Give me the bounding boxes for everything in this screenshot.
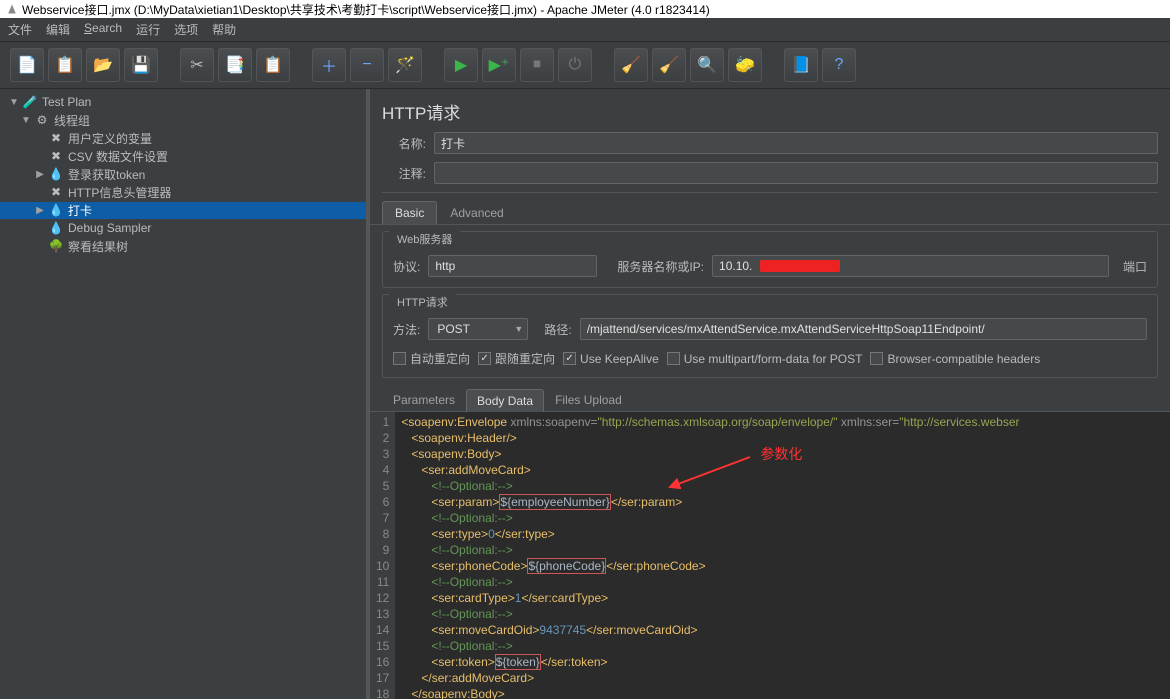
tree-item[interactable]: 🌳察看结果树 [0,238,366,255]
tree-label: HTTP信息头管理器 [68,184,171,201]
clear-button[interactable]: 🧹 [614,48,648,82]
httpreq-title: HTTP请求 [389,292,456,312]
menu-edit[interactable]: 编辑 [46,21,70,38]
paste-button[interactable]: 📋 [256,48,290,82]
menu-file[interactable]: 文件 [8,21,32,38]
server-label: 服务器名称或IP: [617,258,704,275]
tree-label: 察看结果树 [68,238,128,255]
tree-label: Debug Sampler [68,221,151,235]
tree-item[interactable]: ▶💧打卡 [0,202,366,219]
stop-button[interactable]: ⏹ [520,48,554,82]
caret-closed-icon[interactable]: ▶ [34,169,46,180]
code-gutter: 12345678910111213141516171819 [370,412,395,699]
check-keepalive[interactable]: Use KeepAlive [563,352,659,366]
tree-item[interactable]: ✖用户定义的变量 [0,130,366,147]
page-title: HTTP请求 [370,89,1170,128]
tree-label: 用户定义的变量 [68,130,152,147]
tree-item[interactable]: 💧 Debug Sampler [0,220,366,236]
code-body[interactable]: 参数化 <soapenv:Envelope xmlns:soapenv="htt… [395,412,1170,699]
tree-item[interactable]: ▶💧登录获取token [0,166,366,183]
protocol-label: 协议: [393,258,420,275]
tree-label: Test Plan [42,95,91,109]
check-auto-redirect[interactable]: 自动重定向 [393,350,470,367]
tree-item[interactable]: ▼🧪 Test Plan [0,94,366,110]
comment-label: 注释: [382,165,426,182]
save-button[interactable]: 💾 [124,48,158,82]
start-notimers-button[interactable]: ▶⁺ [482,48,516,82]
remove-button[interactable]: − [350,48,384,82]
caret-open-icon[interactable]: ▼ [8,97,20,108]
menu-search[interactable]: Search [84,21,122,38]
method-value: POST [437,322,470,336]
tree-icon: ✖ [48,130,64,146]
tree-item[interactable]: ✖HTTP信息头管理器 [0,184,366,201]
tab-files-upload[interactable]: Files Upload [544,388,633,411]
jmeter-icon [6,3,18,15]
window-title: Webservice接口.jmx (D:\MyData\xietian1\Des… [22,1,710,18]
help-button[interactable]: ? [822,48,856,82]
tree-icon: 🧪 [22,94,38,110]
wand-button[interactable]: 🪄 [388,48,422,82]
copy-button[interactable]: 📑 [218,48,252,82]
tab-body-data[interactable]: Body Data [466,389,544,412]
start-button[interactable]: ▶ [444,48,478,82]
shutdown-button[interactable]: ⏻ [558,48,592,82]
chevron-down-icon: ▼ [514,324,523,334]
tree-panel: ▼🧪Test Plan▼⚙线程组✖用户定义的变量✖CSV 数据文件设置▶💧登录获… [0,89,370,699]
redacted-ip [760,260,840,272]
tree-label: CSV 数据文件设置 [68,148,168,165]
tree-label: 线程组 [54,112,90,129]
tree-icon: ✖ [48,148,64,164]
tree-item[interactable]: ✖CSV 数据文件设置 [0,148,366,165]
body-data-editor[interactable]: 12345678910111213141516171819 参数化 <soape… [370,412,1170,699]
tree-icon: ⚙ [34,112,50,128]
menu-options[interactable]: 选项 [174,21,198,38]
method-label: 方法: [393,321,420,338]
protocol-input[interactable] [428,255,597,277]
check-follow-redirect[interactable]: 跟随重定向 [478,350,555,367]
method-dropdown[interactable]: POST ▼ [428,318,528,340]
tree-icon: 💧 [48,166,64,182]
tree-item[interactable]: ▼⚙线程组 [0,112,366,129]
clear-all-button[interactable]: 🧹 [652,48,686,82]
tree-icon: 💧 [48,220,64,236]
add-button[interactable]: ＋ [312,48,346,82]
check-multipart[interactable]: Use multipart/form-data for POST [667,352,863,366]
menu-help[interactable]: 帮助 [212,21,236,38]
menu-bar: 文件 编辑 Search 运行 选项 帮助 [0,18,1170,42]
webserver-title: Web服务器 [389,229,460,249]
templates-button[interactable]: 📋 [48,48,82,82]
tree-label: 打卡 [68,202,92,219]
caret-open-icon[interactable]: ▼ [20,115,32,126]
new-button[interactable]: 📄 [10,48,44,82]
function-helper-button[interactable]: 📘 [784,48,818,82]
menu-run[interactable]: 运行 [136,21,160,38]
caret-closed-icon[interactable]: ▶ [34,205,46,216]
path-label: 路径: [544,321,571,338]
path-input[interactable] [580,318,1147,340]
tab-advanced[interactable]: Advanced [437,201,516,224]
tree-icon: 💧 [48,202,64,218]
name-input[interactable] [434,132,1158,154]
title-bar: Webservice接口.jmx (D:\MyData\xietian1\Des… [0,0,1170,18]
cut-button[interactable]: ✂ [180,48,214,82]
port-label: 端口 [1123,258,1147,275]
tab-basic[interactable]: Basic [382,201,437,224]
toolbar: 📄 📋 📂 💾 ✂ 📑 📋 ＋ − 🪄 ▶ ▶⁺ ⏹ ⏻ 🧹 🧹 🔍 🧽 [0,42,1170,89]
name-label: 名称: [382,135,426,152]
open-button[interactable]: 📂 [86,48,120,82]
tree-icon: ✖ [48,184,64,200]
comment-input[interactable] [434,162,1158,184]
check-browser-compat[interactable]: Browser-compatible headers [870,352,1040,366]
search-button[interactable]: 🔍 [690,48,724,82]
tree-label: 登录获取token [68,166,145,183]
tree-icon: 🌳 [48,238,64,254]
tab-parameters[interactable]: Parameters [382,388,466,411]
editor-panel: HTTP请求 名称: 注释: Basic Advanced Web服务器 协议:… [370,89,1170,699]
reset-search-button[interactable]: 🧽 [728,48,762,82]
